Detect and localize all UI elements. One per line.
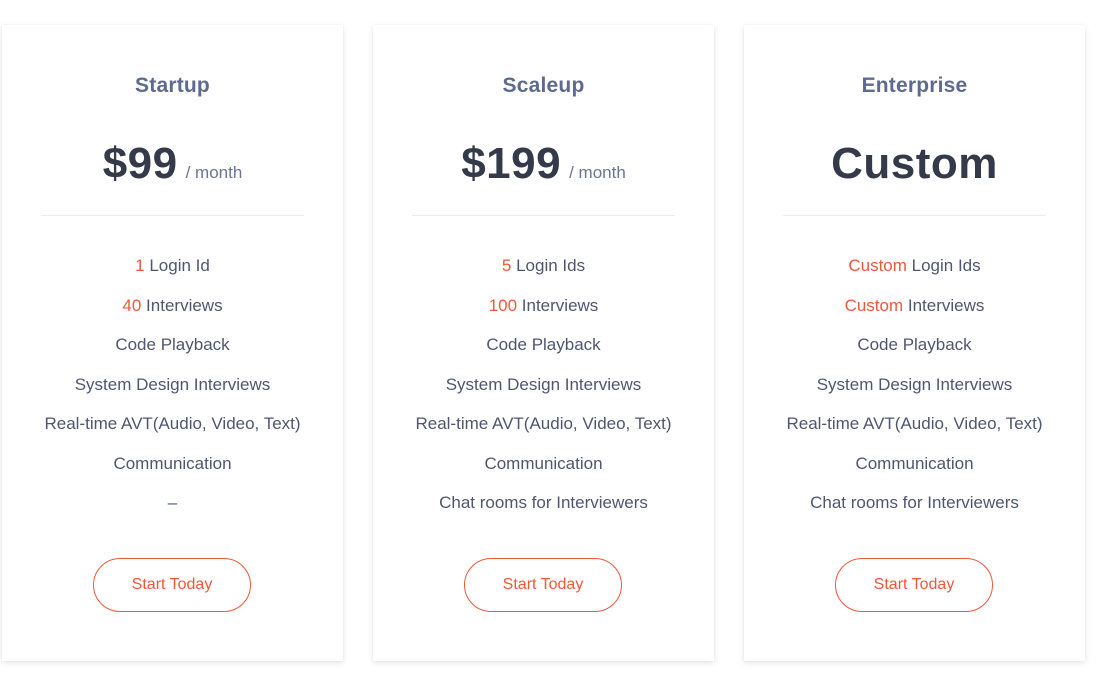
feature-text: Interviews bbox=[141, 295, 223, 315]
feature-item: Communication bbox=[2, 451, 343, 491]
feature-item: Chat rooms for Interviewers bbox=[373, 490, 714, 530]
feature-item: Real-time AVT(Audio, Video, Text) bbox=[373, 411, 714, 451]
price-period: / month bbox=[185, 163, 243, 182]
price-amount: $199 bbox=[461, 139, 562, 188]
feature-text: Communication bbox=[113, 453, 232, 473]
feature-text: – bbox=[167, 493, 178, 512]
plan-card-enterprise: Enterprise Custom Custom Login Ids Custo… bbox=[744, 25, 1085, 661]
feature-highlight: 100 bbox=[488, 295, 518, 315]
plan-card-startup: Startup $99 / month 1 Login Id 40 Interv… bbox=[2, 25, 343, 661]
feature-item: 1 Login Id bbox=[2, 253, 343, 293]
plan-name: Enterprise bbox=[861, 74, 968, 97]
divider bbox=[41, 215, 304, 216]
price-row: $99 / month bbox=[2, 139, 343, 195]
feature-item: Custom Login Ids bbox=[744, 253, 1085, 293]
feature-item: 100 Interviews bbox=[373, 293, 714, 333]
feature-item: System Design Interviews bbox=[2, 372, 343, 412]
price-row: Custom bbox=[744, 139, 1085, 195]
divider bbox=[412, 215, 675, 216]
feature-item: System Design Interviews bbox=[744, 372, 1085, 412]
feature-list: 5 Login Ids 100 Interviews Code Playback… bbox=[373, 253, 714, 530]
feature-text: Communication bbox=[484, 453, 603, 473]
feature-text: Login Ids bbox=[906, 256, 981, 275]
plan-name: Startup bbox=[135, 74, 210, 97]
feature-item: 40 Interviews bbox=[2, 293, 343, 333]
feature-item: – bbox=[2, 490, 343, 530]
feature-item: Code Playback bbox=[2, 332, 343, 372]
feature-text: Code Playback bbox=[857, 335, 972, 354]
start-today-button[interactable]: Start Today bbox=[835, 558, 993, 612]
feature-item: Real-time AVT(Audio, Video, Text) bbox=[2, 411, 343, 451]
feature-item: Code Playback bbox=[373, 332, 714, 372]
feature-text: Chat rooms for Interviewers bbox=[439, 493, 648, 512]
feature-text: System Design Interviews bbox=[445, 374, 642, 394]
feature-highlight: 5 bbox=[501, 256, 512, 275]
pricing-section: Startup $99 / month 1 Login Id 40 Interv… bbox=[0, 0, 1108, 674]
feature-text: Interviews bbox=[903, 295, 985, 315]
feature-text: Chat rooms for Interviewers bbox=[810, 493, 1019, 512]
feature-list: 1 Login Id 40 Interviews Code Playback S… bbox=[2, 253, 343, 530]
feature-text: System Design Interviews bbox=[816, 374, 1013, 394]
feature-highlight: Custom bbox=[848, 256, 907, 275]
feature-text: Real-time AVT(Audio, Video, Text) bbox=[786, 414, 1043, 433]
feature-item: Communication bbox=[373, 451, 714, 491]
feature-highlight: 40 bbox=[122, 295, 142, 315]
feature-text: Login Id bbox=[144, 256, 210, 275]
feature-text: Code Playback bbox=[486, 335, 601, 354]
plan-card-scaleup: Scaleup $199 / month 5 Login Ids 100 Int… bbox=[373, 25, 714, 661]
feature-highlight: Custom bbox=[844, 295, 904, 315]
feature-text: Real-time AVT(Audio, Video, Text) bbox=[415, 414, 672, 433]
feature-item: System Design Interviews bbox=[373, 372, 714, 412]
feature-highlight: 1 bbox=[135, 256, 145, 275]
price-amount: $99 bbox=[102, 139, 178, 188]
plan-name: Scaleup bbox=[502, 74, 585, 97]
start-today-button[interactable]: Start Today bbox=[93, 558, 251, 612]
feature-item: Real-time AVT(Audio, Video, Text) bbox=[744, 411, 1085, 451]
feature-text: Real-time AVT(Audio, Video, Text) bbox=[44, 414, 301, 433]
feature-item: Communication bbox=[744, 451, 1085, 491]
price-amount: Custom bbox=[831, 139, 998, 188]
feature-text: Code Playback bbox=[115, 335, 230, 354]
divider bbox=[783, 215, 1046, 216]
feature-text: Login Ids bbox=[511, 256, 586, 275]
feature-item: Chat rooms for Interviewers bbox=[744, 490, 1085, 530]
feature-text: Communication bbox=[855, 453, 974, 473]
price-row: $199 / month bbox=[373, 139, 714, 195]
feature-list: Custom Login Ids Custom Interviews Code … bbox=[744, 253, 1085, 530]
feature-item: Custom Interviews bbox=[744, 293, 1085, 333]
feature-text: Interviews bbox=[517, 295, 599, 315]
price-period: / month bbox=[569, 163, 626, 182]
feature-item: Code Playback bbox=[744, 332, 1085, 372]
feature-item: 5 Login Ids bbox=[373, 253, 714, 293]
feature-text: System Design Interviews bbox=[74, 374, 271, 394]
start-today-button[interactable]: Start Today bbox=[464, 558, 622, 612]
